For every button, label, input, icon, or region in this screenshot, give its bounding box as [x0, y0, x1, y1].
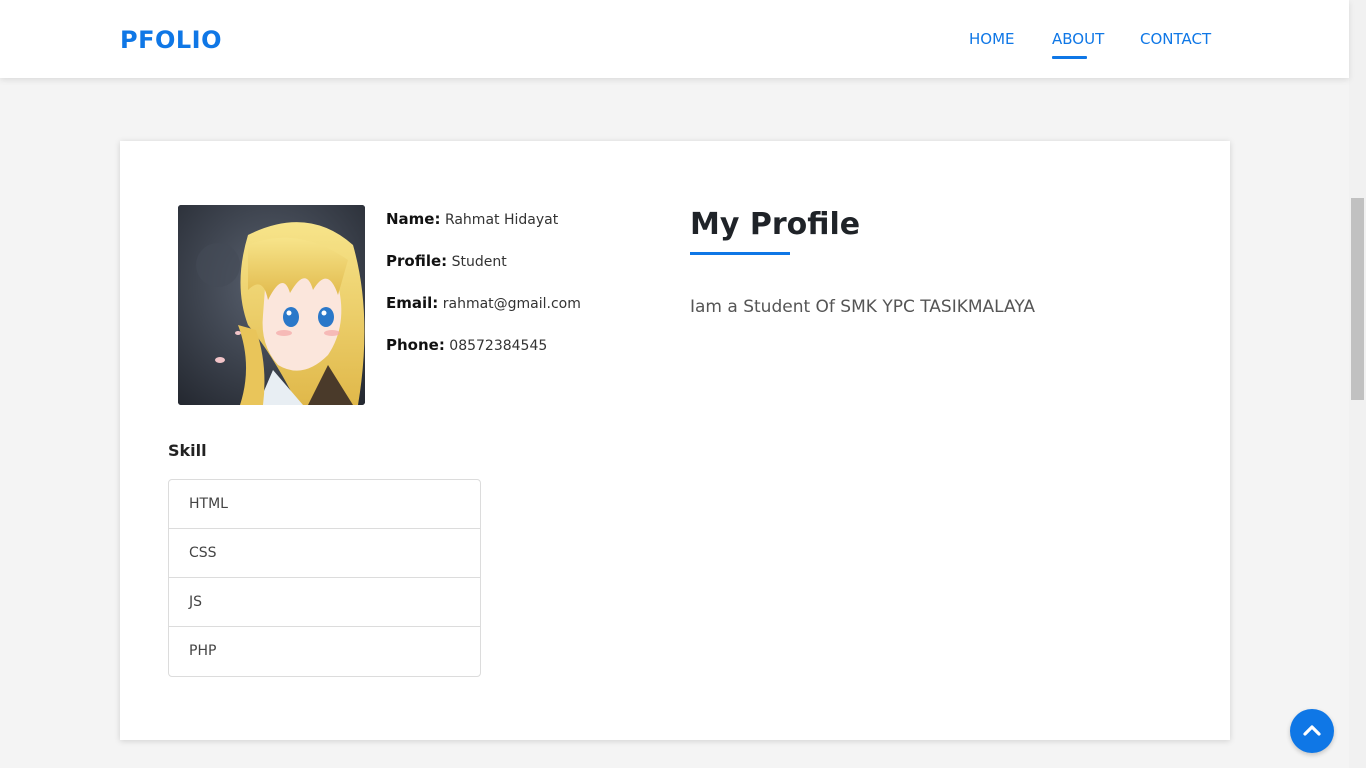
- active-nav-indicator: [1052, 56, 1087, 59]
- skill-item-html: HTML: [169, 480, 480, 529]
- nav-link-home[interactable]: HOME: [969, 30, 1015, 48]
- info-phone-label: Phone:: [386, 336, 445, 354]
- info-phone-value: 08572384545: [449, 338, 548, 354]
- info-email-label: Email:: [386, 294, 439, 312]
- back-to-top-button[interactable]: [1290, 709, 1334, 753]
- info-email: Email: rahmat@gmail.com: [386, 294, 581, 312]
- info-name-value: Rahmat Hidayat: [444, 212, 559, 228]
- info-email-value: rahmat@gmail.com: [442, 296, 581, 312]
- chevron-up-icon: [1303, 725, 1321, 736]
- skill-heading: Skill: [168, 441, 207, 460]
- profile-card: Name: Rahmat Hidayat Profile: Student Em…: [120, 141, 1230, 740]
- info-profile-value: Student: [451, 254, 507, 270]
- skill-item-js: JS: [169, 578, 480, 627]
- brand-logo[interactable]: PFOLIO: [120, 26, 222, 54]
- profile-photo: [178, 205, 365, 405]
- anime-girl-avatar-icon: [178, 205, 365, 405]
- title-underline: [690, 252, 790, 255]
- profile-title: My Profile: [690, 207, 861, 242]
- navbar: PFOLIO HOME ABOUT CONTACT: [0, 0, 1349, 78]
- profile-description: Iam a Student Of SMK YPC TASIKMALAYA: [690, 297, 1036, 317]
- info-name-label: Name:: [386, 210, 441, 228]
- scrollbar-thumb[interactable]: [1351, 198, 1364, 400]
- info-phone: Phone: 08572384545: [386, 336, 547, 354]
- info-profile: Profile: Student: [386, 252, 507, 270]
- info-name: Name: Rahmat Hidayat: [386, 210, 558, 228]
- nav-link-about[interactable]: ABOUT: [1052, 30, 1104, 48]
- skill-item-css: CSS: [169, 529, 480, 578]
- skill-item-php: PHP: [189, 643, 217, 659]
- nav-link-contact[interactable]: CONTACT: [1140, 30, 1211, 48]
- skill-list: HTML CSS JS PHP: [168, 479, 481, 677]
- info-profile-label: Profile:: [386, 252, 448, 270]
